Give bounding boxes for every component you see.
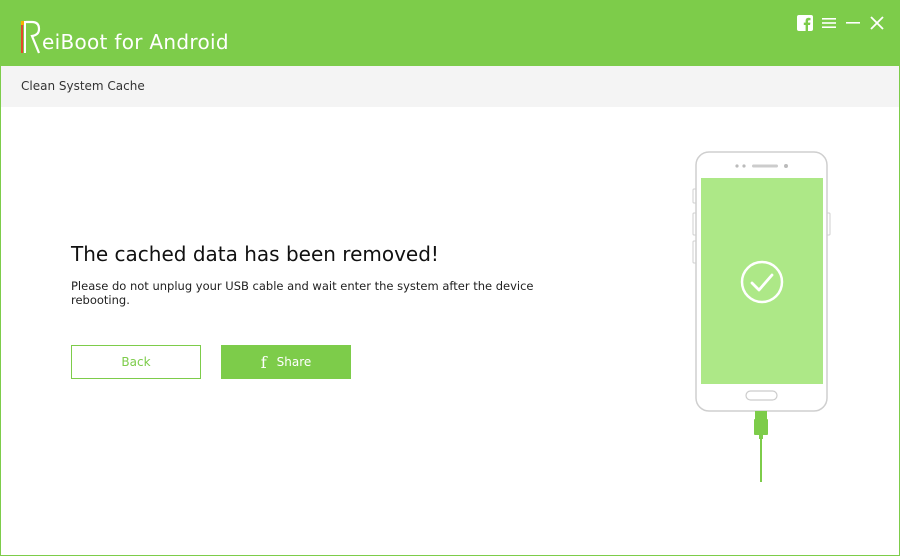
logo-r-icon <box>19 19 41 55</box>
title-bar: eiBoot for Android <box>1 1 899 66</box>
result-heading: The cached data has been removed! <box>71 242 439 266</box>
back-button[interactable]: Back <box>71 345 201 379</box>
share-button[interactable]: f Share <box>221 345 351 379</box>
app-title: eiBoot for Android <box>42 30 229 54</box>
facebook-f-icon: f <box>260 352 267 372</box>
app-window: eiBoot for Android Clean System Cache Th… <box>0 0 900 556</box>
minimize-icon[interactable] <box>845 15 861 31</box>
section-header: Clean System Cache <box>1 66 899 107</box>
result-description: Please do not unplug your USB cable and … <box>71 279 534 307</box>
back-button-label: Back <box>121 355 151 369</box>
app-logo: eiBoot for Android <box>19 15 229 55</box>
window-controls <box>797 15 885 31</box>
close-icon[interactable] <box>869 15 885 31</box>
share-button-label: Share <box>276 355 312 369</box>
menu-icon[interactable] <box>821 15 837 31</box>
section-title: Clean System Cache <box>21 79 145 93</box>
success-check-icon <box>740 260 784 304</box>
facebook-icon[interactable] <box>797 15 813 31</box>
phone-illustration <box>691 149 836 489</box>
